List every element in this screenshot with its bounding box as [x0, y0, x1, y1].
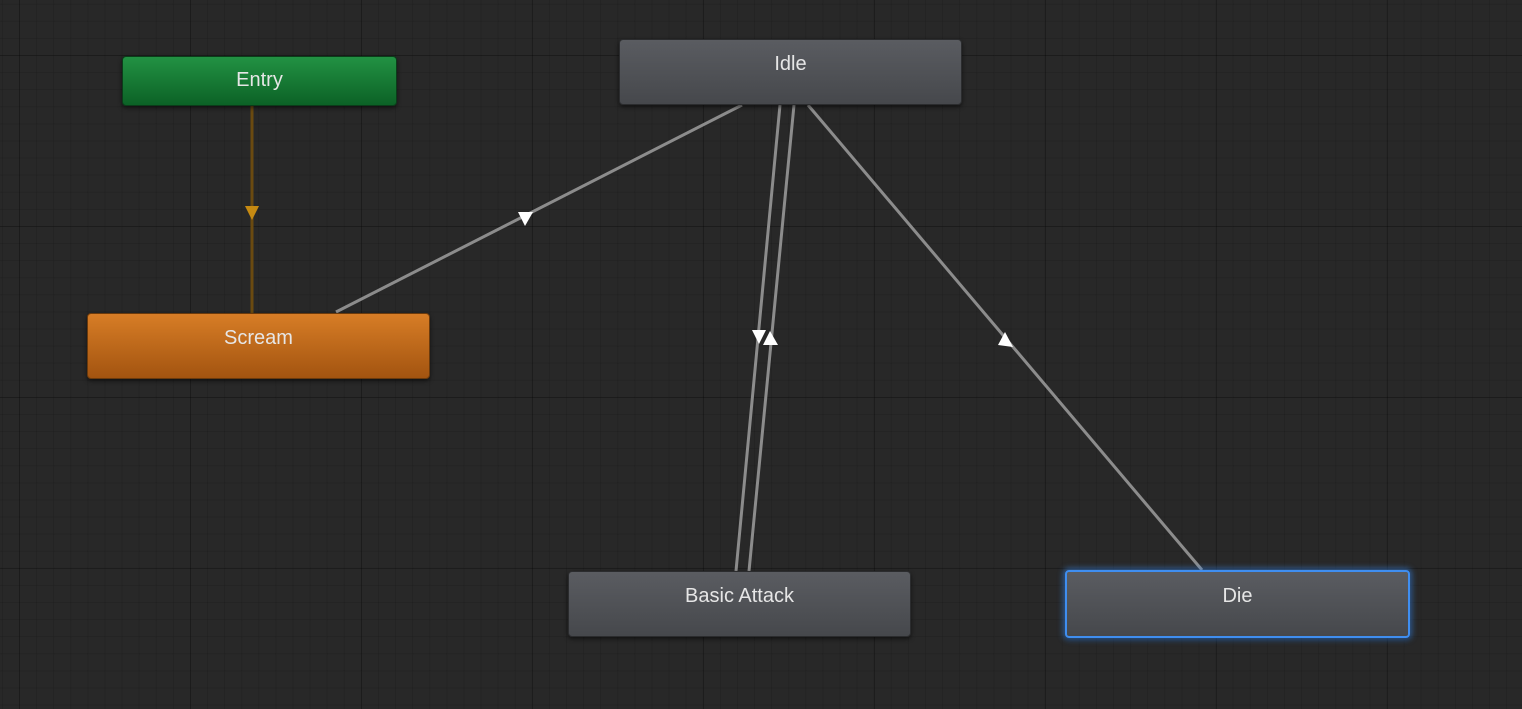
transition-arrow-icon	[763, 331, 778, 345]
transition-arrow-icon	[245, 206, 259, 220]
state-label: Idle	[774, 53, 807, 75]
state-label: Die	[1222, 585, 1253, 607]
state-node-entry[interactable]: Entry	[122, 56, 397, 106]
state-label: Entry	[236, 69, 283, 91]
transition-basic-attack-to-idle[interactable]	[747, 104, 796, 572]
state-node-basic-attack[interactable]: Basic Attack	[568, 571, 911, 637]
transition-arrow-icon	[752, 330, 766, 344]
transition-die-to-idle[interactable]	[806, 104, 1204, 571]
transition-entry-to-scream[interactable]	[245, 106, 259, 313]
state-label: Scream	[224, 327, 293, 349]
animator-graph-canvas[interactable]: Entry Idle Scream Basic Attack Die	[0, 0, 1522, 709]
state-node-idle[interactable]: Idle	[619, 39, 962, 105]
state-node-die[interactable]: Die	[1065, 570, 1410, 638]
transition-scream-to-idle[interactable]	[335, 103, 743, 314]
state-node-scream[interactable]: Scream	[87, 313, 430, 379]
state-label: Basic Attack	[685, 585, 794, 607]
transition-arrow-icon	[998, 332, 1013, 347]
